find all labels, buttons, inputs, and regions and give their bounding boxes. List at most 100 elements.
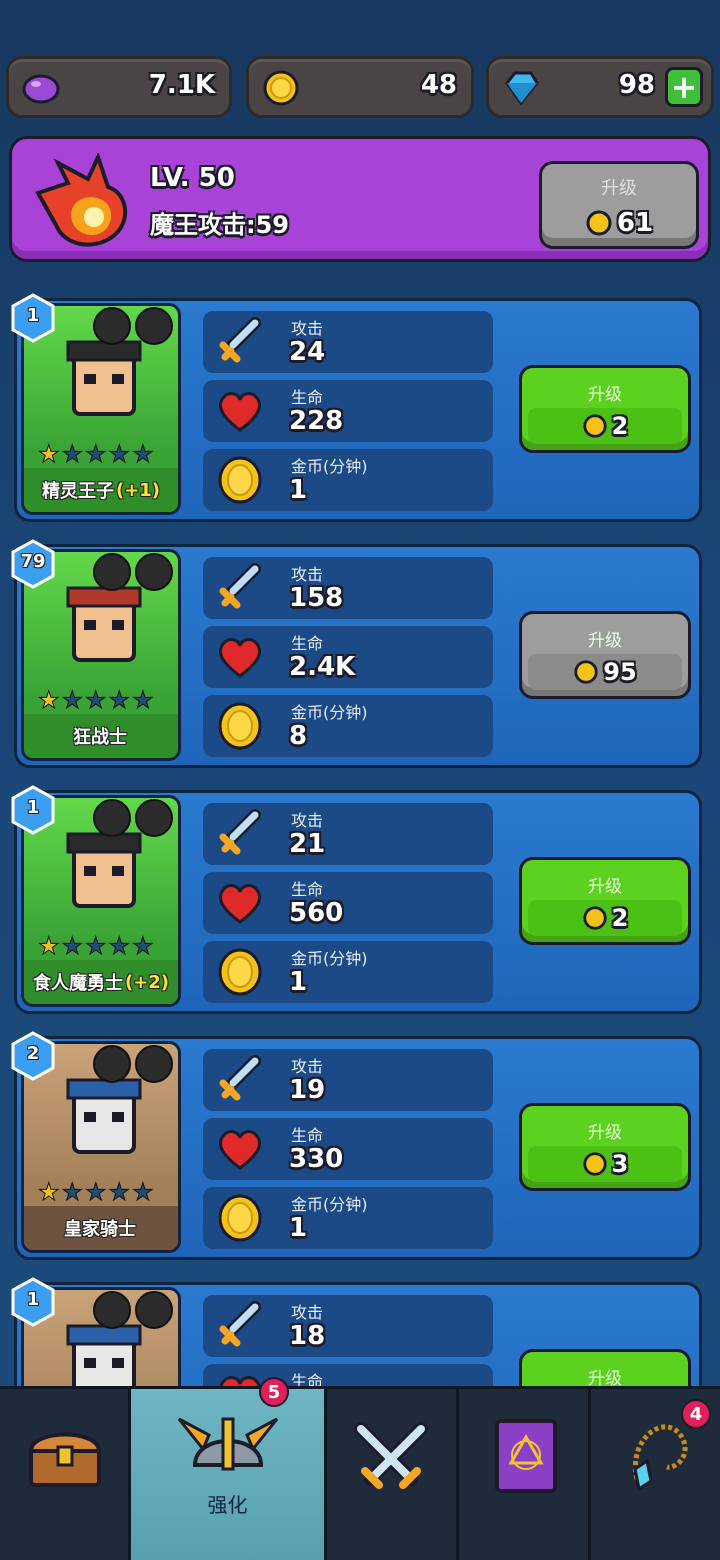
tab-spellbook[interactable] (459, 1389, 591, 1560)
diamond-icon (505, 71, 539, 106)
boss-level: LV. 50 (150, 163, 235, 193)
hero-card: ★ ★ ★ ★ ★ 皇家骑士 2 攻击 19 生命 330 金币(分钟) 1 升级 3 (11, 1031, 702, 1260)
star-empty-icon: ★ (85, 686, 107, 714)
hero-bonus: (+1) (115, 479, 161, 501)
hero-card: ★ ★ ★ ★ ★ 精灵王子 (+1) 1 攻击 24 生命 228 金币(分钟) 1 升级 2 (11, 293, 702, 522)
gold-coin-icon (583, 1152, 607, 1176)
star-filled-icon: ★ (38, 686, 60, 714)
tab-chest[interactable] (0, 1389, 131, 1560)
hero-upgrade-button[interactable]: 升级 2 (519, 365, 691, 453)
gold-currency-bar: 48 (246, 56, 474, 118)
hero-card: ★ ★ ★ ★ ★ 食人魔勇士 (+2) 1 攻击 21 生命 560 金币(分钟) 1 升级 2 (11, 785, 702, 1014)
hero-name: 皇家骑士 (64, 1219, 136, 1240)
health-label: 生命 (291, 1126, 324, 1145)
hero-upgrade-button[interactable]: 升级 95 (519, 611, 691, 699)
sword-icon (219, 1301, 261, 1347)
heart-icon (218, 884, 262, 924)
treasure-chest-icon (28, 1432, 102, 1487)
dagger-icon (135, 307, 173, 345)
hero-name: 精灵王子 (41, 481, 114, 502)
hero-upgrade-button[interactable]: 升级 2 (519, 857, 691, 945)
boss-upgrade-button[interactable]: 升级 61 (539, 161, 699, 249)
star-empty-icon: ★ (132, 440, 154, 468)
gold-coin-icon (218, 948, 262, 996)
attack-value: 18 (289, 1321, 326, 1351)
fireball-icon (35, 153, 128, 247)
star-empty-icon: ★ (108, 932, 131, 960)
gold-rate-stat: 金币(分钟) 1 (203, 449, 493, 511)
star-empty-icon: ★ (61, 1178, 84, 1206)
gold-coin-icon (583, 414, 607, 438)
hero-name: 狂战士 (73, 727, 127, 748)
heart-icon (218, 1130, 262, 1170)
elf-icon (93, 307, 131, 345)
gold-coin-icon (586, 210, 612, 236)
health-stat: 生命 560 (203, 872, 493, 934)
upgrade-notification-badge: 5 (259, 1377, 289, 1407)
hero-stars: ★★★★★ (38, 932, 155, 960)
gold-coin-icon (218, 456, 262, 504)
star-filled-icon: ★ (38, 440, 60, 468)
health-value: 228 (289, 406, 344, 436)
gold-rate-value: 1 (289, 475, 308, 505)
purple-currency-bar: 7.1K (6, 56, 232, 118)
tab-amulet[interactable]: 4 (591, 1389, 720, 1560)
boss-upgrade-cost: 61 (616, 208, 654, 238)
tab-battle[interactable] (327, 1389, 459, 1560)
heart-icon (218, 392, 262, 432)
gold-rate-stat: 金币(分钟) 1 (203, 1187, 493, 1249)
hero-card: ★ ★ ★ ★ ★ 狂战士 79 攻击 158 生命 2.4K 金币(分钟) 8 升级 95 (11, 539, 702, 768)
attack-label: 攻击 (291, 1057, 324, 1076)
gold-coin-icon (218, 702, 262, 750)
attack-stat: 攻击 18 (203, 1295, 493, 1357)
star-empty-icon: ★ (132, 932, 154, 960)
star-empty-icon: ★ (85, 1178, 107, 1206)
attack-label: 攻击 (291, 1303, 324, 1322)
hero-bonus: (+2) (124, 971, 170, 993)
gold-rate-value: 1 (289, 1213, 308, 1243)
sword-icon (135, 1045, 173, 1083)
purple-orb-icon (22, 74, 60, 104)
gold-currency-value: 48 (420, 70, 457, 100)
hero-name-plate: 狂战士 (24, 714, 178, 758)
bottom-nav: 强化 5 4 (0, 1377, 720, 1560)
health-label: 生命 (291, 634, 324, 653)
hero-upgrade-button[interactable]: 升级 3 (519, 1103, 691, 1191)
hero-level-badge-icon (11, 785, 55, 835)
purple-currency-value: 7.1K (148, 70, 215, 100)
gold-rate-label: 金币(分钟) (291, 457, 368, 476)
attack-label: 攻击 (291, 565, 324, 584)
star-empty-icon: ★ (108, 440, 131, 468)
health-value: 560 (289, 898, 344, 928)
crossed-swords-icon (354, 1422, 428, 1489)
star-filled-icon: ★ (38, 1178, 60, 1206)
hero-name: 食人魔勇士 (32, 973, 123, 994)
orc-icon (93, 799, 131, 837)
attack-value: 24 (289, 337, 326, 367)
hero-upgrade-label: 升级 (588, 631, 622, 651)
knight-helmet-icon (93, 1045, 131, 1083)
star-empty-icon: ★ (61, 686, 84, 714)
gold-rate-value: 8 (289, 721, 308, 751)
star-empty-icon: ★ (108, 1178, 131, 1206)
tab-upgrade[interactable]: 强化 5 (131, 1377, 327, 1560)
boss-upgrade-banner: LV. 50 魔王攻击:59 升级 61 (9, 136, 711, 262)
star-empty-icon: ★ (61, 440, 84, 468)
gold-coin-icon (574, 660, 598, 684)
hero-name-plate: 食人魔勇士 (+2) (24, 960, 178, 1004)
health-label: 生命 (291, 388, 324, 407)
star-filled-icon: ★ (38, 932, 60, 960)
hero-stars: ★★★★★ (38, 1178, 155, 1206)
hero-avatar-icon (66, 586, 142, 662)
sword-icon (219, 563, 261, 609)
gem-currency-value: 98 (618, 70, 655, 100)
spellbook-icon (495, 1419, 557, 1493)
add-gems-button[interactable]: + (665, 67, 703, 107)
attack-value: 21 (289, 829, 326, 859)
gold-rate-label: 金币(分钟) (291, 949, 368, 968)
sword-icon (135, 799, 173, 837)
hero-upgrade-cost: 2 (611, 412, 629, 440)
hero-name-plate: 精灵王子 (+1) (24, 468, 178, 512)
hero-level-badge-icon (11, 1277, 55, 1327)
star-empty-icon: ★ (85, 440, 107, 468)
